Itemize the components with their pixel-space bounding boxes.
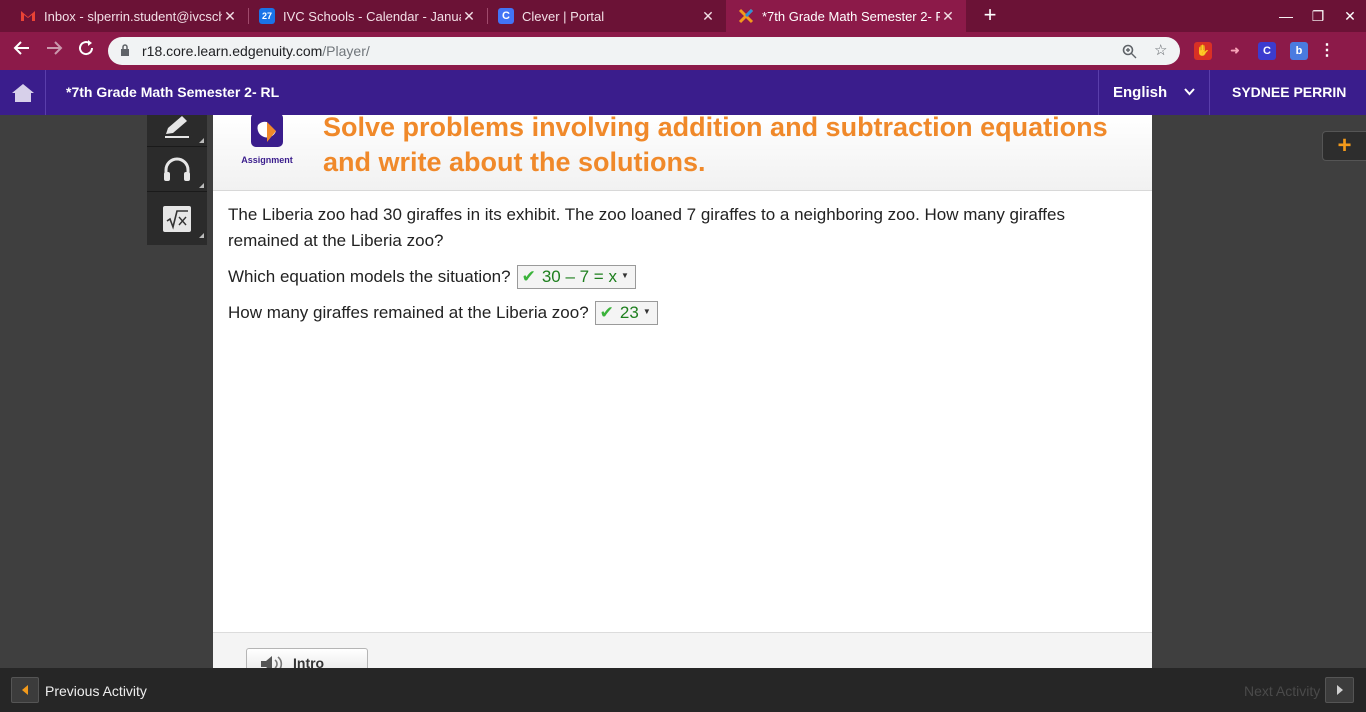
dropdown-arrow-icon: ▼	[620, 271, 629, 280]
assignment-badge: Assignment	[241, 113, 293, 165]
question-row-2: How many giraffes remained at the Liberi…	[228, 301, 658, 325]
close-tab-icon[interactable]: ✕	[222, 8, 238, 25]
lock-icon	[120, 43, 134, 59]
previous-activity-button[interactable]	[11, 677, 39, 703]
tool-corner	[199, 233, 204, 238]
close-tab-icon[interactable]: ✕	[940, 8, 956, 25]
triangle-left-icon	[22, 685, 28, 695]
activity-panel: Assignment Solve problems involving addi…	[213, 112, 1152, 668]
tool-corner	[199, 183, 204, 188]
badge-label: Assignment	[241, 155, 293, 165]
check-icon: ✔	[599, 303, 614, 322]
question-text: The Liberia zoo had 30 giraffes in its e…	[228, 205, 1065, 250]
clever-icon: C	[498, 8, 514, 24]
activity-footer: Intro	[213, 632, 1152, 668]
next-activity-label: Next Activity	[1244, 683, 1321, 699]
home-icon	[11, 83, 34, 102]
highlighter-tool[interactable]	[147, 105, 207, 147]
next-activity-button[interactable]	[1325, 677, 1354, 703]
url-host: r18.core.learn.edgenuity.com	[142, 43, 323, 59]
arrow-left-icon	[13, 41, 29, 55]
check-icon: ✔	[521, 267, 536, 286]
activity-navigation-bar: Previous Activity Next Activity	[0, 668, 1366, 712]
close-tab-icon[interactable]: ✕	[461, 8, 477, 25]
intro-label: Intro	[293, 655, 325, 668]
minimize-icon[interactable]: —	[1270, 0, 1302, 32]
tab-calendar[interactable]: 27 IVC Schools - Calendar - January ✕	[249, 0, 487, 32]
back-button[interactable]	[9, 38, 35, 64]
close-window-icon[interactable]: ✕	[1334, 0, 1366, 32]
language-label: English	[1113, 84, 1168, 101]
extension-arrow-icon[interactable]: ➜	[1226, 42, 1244, 60]
tab-edgenuity[interactable]: *7th Grade Math Semester 2- RL ✕	[726, 0, 966, 32]
headphones-icon	[164, 157, 190, 181]
address-bar[interactable]: r18.core.learn.edgenuity.com/Player/ ☆	[108, 37, 1180, 65]
language-select[interactable]: English	[1098, 70, 1210, 115]
star-icon[interactable]: ☆	[1154, 37, 1167, 65]
add-button[interactable]: +	[1322, 131, 1366, 161]
tab-title: Clever | Portal	[522, 8, 605, 24]
activity-header: Assignment Solve problems involving addi…	[213, 112, 1152, 191]
user-name[interactable]: SYDNEE PERRIN	[1232, 70, 1346, 115]
zoom-icon[interactable]	[1122, 37, 1137, 65]
previous-activity-label[interactable]: Previous Activity	[45, 668, 147, 712]
q2-answer-value: 23	[619, 303, 639, 322]
audio-tool[interactable]	[147, 148, 207, 192]
close-tab-icon[interactable]: ✕	[700, 8, 716, 25]
square-root-icon	[163, 206, 191, 232]
tab-title: Inbox - slperrin.student@ivcschools	[44, 8, 222, 24]
tab-title: IVC Schools - Calendar - January	[283, 8, 461, 24]
q2-answer-dropdown[interactable]: ✔ 23 ▼	[594, 301, 658, 325]
q1-label: Which equation models the situation?	[228, 267, 511, 286]
speaker-icon	[261, 656, 283, 668]
q1-answer-value: 30 – 7 = x	[541, 267, 617, 286]
extension-c-icon[interactable]: C	[1258, 42, 1276, 60]
assignment-icon	[251, 113, 283, 147]
forward-button[interactable]	[41, 38, 67, 64]
q2-label: How many giraffes remained at the Liberi…	[228, 303, 589, 322]
q1-answer-dropdown[interactable]: ✔ 30 – 7 = x ▼	[516, 265, 636, 289]
browser-tab-strip: Inbox - slperrin.student@ivcschools ✕ 27…	[0, 0, 1366, 32]
url-path: /Player/	[322, 43, 370, 59]
extension-b-icon[interactable]: b	[1290, 42, 1308, 60]
restore-icon[interactable]: ❐	[1302, 0, 1334, 32]
pencil-icon	[165, 115, 189, 138]
browser-toolbar: r18.core.learn.edgenuity.com/Player/ ☆ ✋…	[0, 32, 1366, 70]
reload-button[interactable]	[73, 38, 99, 64]
tool-palette	[147, 115, 207, 245]
reload-icon	[79, 40, 94, 56]
extension-hand-icon[interactable]: ✋	[1194, 42, 1212, 60]
tab-title: *7th Grade Math Semester 2- RL	[762, 8, 940, 24]
calculator-tool[interactable]	[147, 197, 207, 241]
new-tab-button[interactable]: +	[978, 4, 1002, 28]
tab-gmail[interactable]: Inbox - slperrin.student@ivcschools ✕	[0, 0, 248, 32]
edgenuity-icon	[738, 8, 754, 24]
dropdown-arrow-icon: ▼	[642, 307, 651, 316]
calendar-icon: 27	[259, 8, 275, 24]
question-row-1: Which equation models the situation? ✔ 3…	[228, 265, 636, 289]
intro-button[interactable]: Intro	[246, 648, 368, 668]
tool-corner	[199, 138, 204, 143]
chevron-down-icon	[1184, 70, 1195, 115]
tab-clever[interactable]: C Clever | Portal ✕	[488, 0, 726, 32]
activity-heading: Solve problems involving addition and su…	[323, 112, 1108, 177]
gmail-icon	[20, 8, 36, 24]
triangle-right-icon	[1336, 685, 1343, 695]
kebab-menu-icon[interactable]: ⋮	[1318, 42, 1336, 60]
home-button[interactable]	[0, 70, 46, 115]
arrow-right-icon	[47, 41, 63, 55]
